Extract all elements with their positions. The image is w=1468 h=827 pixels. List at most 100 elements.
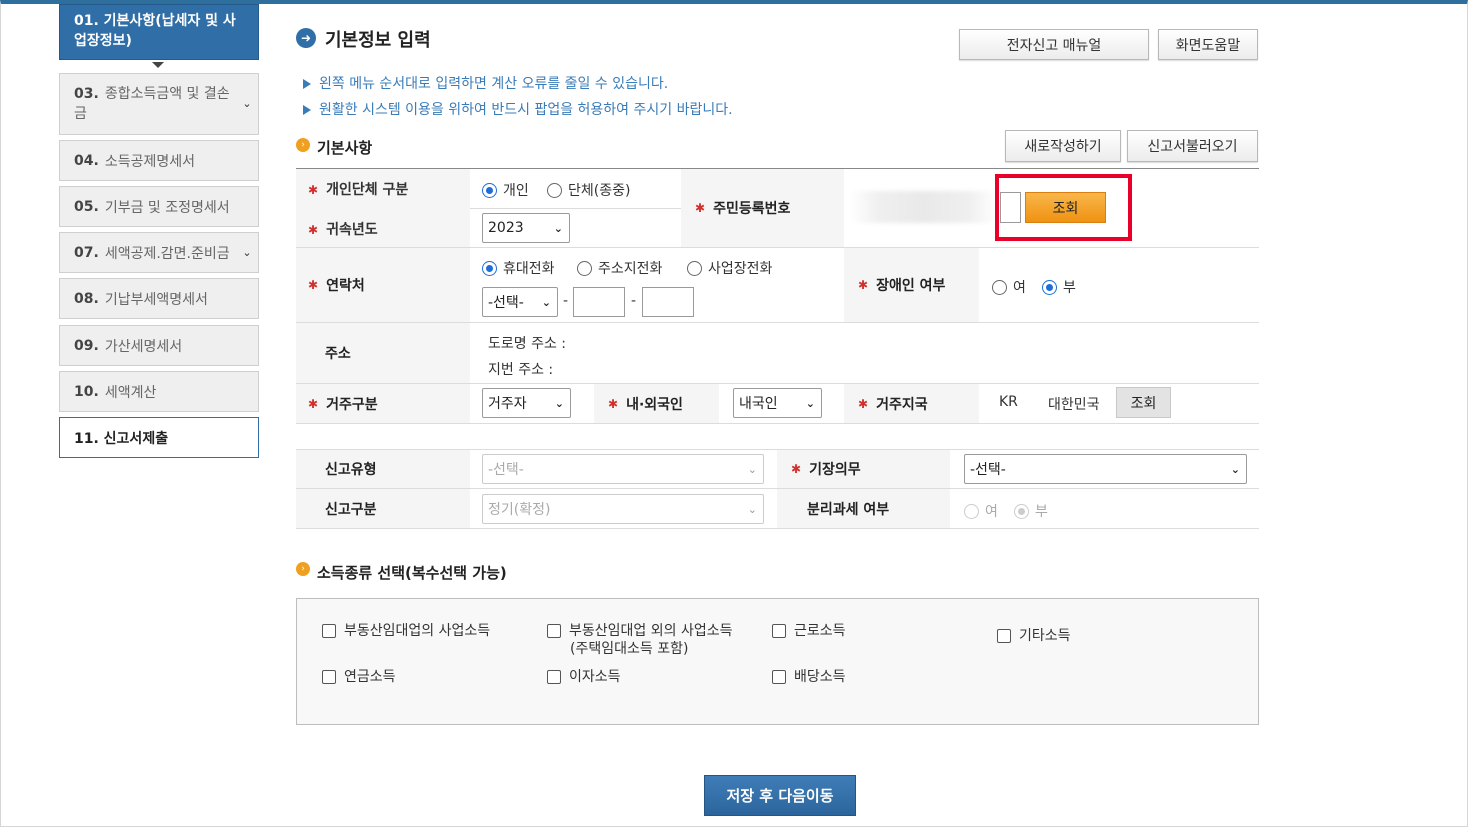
sidebar-item-label: 소득공제명세서 [104, 153, 195, 170]
sidebar-item-number: 09. [74, 337, 99, 354]
residence-select[interactable]: 거주자 ⌄ [482, 388, 571, 418]
checkbox-sublabel: (주택임대소득 포함) [570, 641, 689, 657]
income-pension-checkbox[interactable]: 연금소득 [322, 668, 396, 686]
required-star-icon: ✱ [308, 223, 319, 237]
checkbox-icon [547, 670, 561, 684]
income-other-checkbox[interactable]: 기타소득 [997, 627, 1071, 645]
separate-tax-label: 분리과세 여부 [777, 489, 950, 528]
filing-type-select[interactable]: -선택- ⌄ [482, 454, 764, 484]
sidebar-item-income-loss[interactable]: 03. 종합소득금액 및 결손금 ⌄ [59, 73, 259, 135]
dash: - [563, 293, 569, 309]
screen-help-button[interactable]: 화면도움말 [1158, 29, 1258, 60]
sidebar-item-deduction[interactable]: 04. 소득공제명세서 [59, 140, 259, 181]
checkbox-icon [997, 629, 1011, 643]
nationality-label: ✱ 내·외국인 [594, 384, 719, 423]
radio-label: 부 [1035, 504, 1048, 520]
required-star-icon: ✱ [308, 183, 319, 197]
bookkeeping-label: ✱ 기장의무 [777, 450, 950, 488]
contact-label-text: 연락처 [326, 278, 365, 294]
income-business-checkbox[interactable]: 부동산임대업 외의 사업소득 (주택임대소득 포함) [547, 622, 732, 658]
bookkeeping-select[interactable]: -선택- ⌄ [964, 454, 1247, 484]
income-interest-checkbox[interactable]: 이자소득 [547, 668, 621, 686]
separate-no-radio[interactable]: 부 [1014, 501, 1048, 521]
radio-icon [482, 260, 497, 276]
required-star-icon: ✱ [791, 462, 802, 476]
type-individual-radio[interactable]: 개인 [482, 180, 529, 200]
sidebar-item-number: 05. [74, 198, 99, 215]
radio-label: 여 [1013, 280, 1026, 296]
sidebar-item-label: 세액계산 [104, 384, 157, 401]
e-filing-manual-button[interactable]: 전자신고 매뉴얼 [959, 29, 1149, 60]
phone-prefix-select[interactable]: -선택- ⌄ [482, 287, 558, 317]
type-label-text: 개인단체 구분 [326, 182, 409, 198]
sidebar-item-prepaid-tax[interactable]: 08. 기납부세액명세서 [59, 278, 259, 319]
required-star-icon: ✱ [308, 396, 319, 411]
select-value: -선택- [970, 462, 1006, 478]
required-star-icon: ✱ [858, 396, 869, 411]
separate-yes-radio[interactable]: 여 [964, 501, 998, 521]
disabled-label: ✱ 장애인 여부 [844, 248, 979, 322]
year-select[interactable]: 2023 ⌄ [482, 213, 570, 243]
select-value: -선택- [488, 462, 524, 478]
sidebar-item-donation[interactable]: 05. 기부금 및 조정명세서 [59, 186, 259, 227]
sidebar-item-tax-calc[interactable]: 10. 세액계산 [59, 371, 259, 412]
radio-icon [992, 279, 1007, 295]
notice-line: 원활한 시스템 이용을 위하여 반드시 팝업을 허용하여 주시기 바랍니다. [303, 99, 733, 119]
section-title-basic: 기본사항 [317, 139, 373, 157]
chevron-down-icon: ⌄ [541, 296, 551, 309]
income-dividend-checkbox[interactable]: 배당소득 [772, 668, 846, 686]
new-write-button[interactable]: 새로작성하기 [1005, 130, 1121, 162]
radio-icon [482, 182, 497, 198]
triangle-right-icon [303, 79, 311, 89]
chevron-down-icon: ⌄ [747, 463, 757, 476]
phone-middle-input[interactable] [573, 287, 625, 317]
disabled-yes-radio[interactable]: 여 [992, 277, 1026, 297]
filing-type-label: 신고유형 [296, 450, 470, 488]
type-label: ✱ 개인단체 구분 [308, 179, 408, 199]
select-value: 정기(확정) [488, 502, 551, 518]
checkbox-label: 배당소득 [794, 669, 846, 685]
country-lookup-button[interactable]: 조회 [1116, 387, 1171, 418]
lot-address: 지번 주소 : [488, 362, 554, 378]
sidebar-item-basic-info[interactable]: 01. 기본사항(납세자 및 사업장정보) [59, 4, 259, 60]
save-next-button[interactable]: 저장 후 다음이동 [704, 775, 856, 816]
page-title: 기본정보 입력 [325, 30, 431, 51]
country-label-text: 거주지국 [876, 396, 928, 413]
radio-icon [1042, 279, 1057, 295]
checkbox-label: 기타소득 [1019, 628, 1071, 644]
required-star-icon: ✱ [858, 278, 869, 292]
type-group-radio[interactable]: 단체(종중) [547, 180, 630, 200]
residence-label: ✱ 거주구분 [296, 384, 470, 423]
radio-label: 여 [985, 504, 998, 520]
sidebar-item-submit[interactable]: 11. 신고서제출 [59, 417, 259, 458]
notice-text: 원활한 시스템 이용을 위하여 반드시 팝업을 허용하여 주시기 바랍니다. [319, 102, 733, 118]
select-value: 거주자 [488, 396, 527, 412]
select-value: -선택- [488, 295, 524, 311]
radio-icon [547, 182, 562, 198]
home-phone-radio[interactable]: 주소지전화 [577, 258, 662, 278]
rrn-masked-value [850, 191, 998, 223]
arrow-right-circle-icon: ➜ [296, 28, 316, 48]
business-phone-radio[interactable]: 사업장전화 [687, 258, 772, 278]
phone-last-input[interactable] [642, 287, 694, 317]
load-return-button[interactable]: 신고서불러오기 [1127, 130, 1258, 162]
sidebar-active-arrow [152, 62, 164, 68]
nationality-label-text: 내·외국인 [626, 396, 683, 413]
contact-label: ✱ 연락처 [296, 248, 470, 322]
income-rental-checkbox[interactable]: 부동산임대업의 사업소득 [322, 622, 490, 640]
sidebar-item-tax-credit[interactable]: 07. 세액공제.감면.준비금 ⌄ [59, 232, 259, 273]
checkbox-icon [322, 624, 336, 638]
nationality-select[interactable]: 내국인 ⌄ [733, 388, 822, 418]
radio-label: 휴대전화 [503, 261, 555, 277]
triangle-right-icon [303, 105, 311, 115]
road-address: 도로명 주소 : [488, 336, 567, 352]
address-label: 주소 [296, 323, 470, 383]
mobile-phone-radio[interactable]: 휴대전화 [482, 258, 555, 278]
sidebar-item-penalty-tax[interactable]: 09. 가산세명세서 [59, 325, 259, 366]
bullet-icon: › [296, 138, 310, 152]
income-wage-checkbox[interactable]: 근로소득 [772, 622, 846, 640]
filing-kind-select[interactable]: 정기(확정) ⌄ [482, 494, 764, 524]
disabled-no-radio[interactable]: 부 [1042, 277, 1076, 297]
sidebar-item-number: 07. [74, 244, 99, 261]
notice-text: 왼쪽 메뉴 순서대로 입력하면 계산 오류를 줄일 수 있습니다. [319, 76, 669, 92]
